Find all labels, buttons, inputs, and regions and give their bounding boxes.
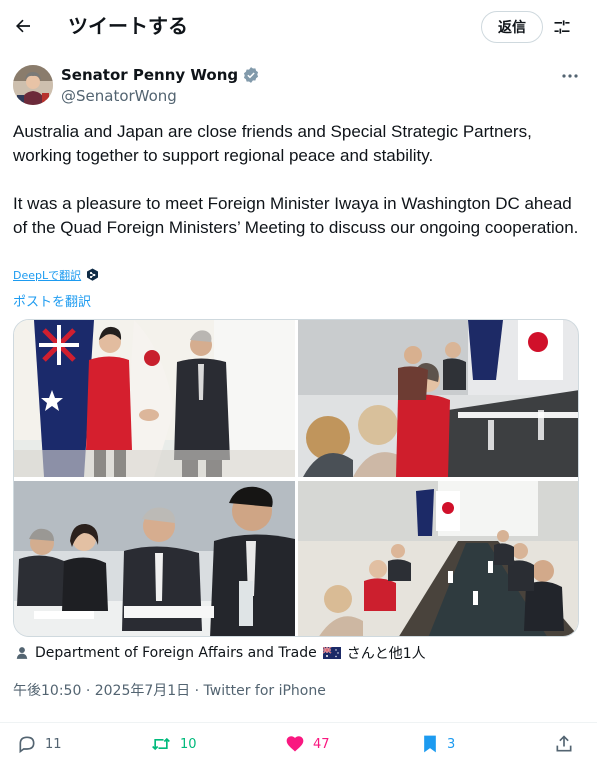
tweet-date[interactable]: 2025年7月1日 [95,683,190,699]
author-name[interactable]: Senator Penny Wong [61,65,260,85]
media-grid [13,319,579,637]
top-bar: ツイートする 返信 [0,0,597,53]
heart-icon [286,736,304,752]
photo-meeting-table[interactable] [298,320,578,477]
verified-badge-icon [244,67,259,83]
meta-separator: · [85,683,91,699]
reply-icon [19,736,35,754]
more-options-button[interactable] [557,65,583,87]
reply-button[interactable]: 返信 [481,11,543,43]
bookmark-icon [424,735,436,753]
retweet-count: 10 [180,736,197,752]
photo-delegation[interactable] [14,481,295,636]
back-button[interactable] [10,13,36,39]
more-dots-icon [562,74,578,78]
page-title: ツイートする [68,14,188,38]
avatar[interactable] [13,65,53,105]
australia-flag-icon [322,647,341,659]
author-name-text: Senator Penny Wong [61,66,239,84]
reply-count: 11 [45,736,62,752]
deepl-icon [87,268,99,281]
tweet-paragraph-1: Australia and Japan are close friends an… [13,122,532,165]
settings-sliders-icon [554,20,570,34]
tweet-time[interactable]: 午後10:50 [13,683,81,699]
tagged-primary: Department of Foreign Affairs and Trade [35,645,317,661]
author-handle[interactable]: @SenatorWong [61,86,177,106]
like-action[interactable]: 47 [285,733,330,755]
share-action[interactable] [554,733,574,755]
tweet-source[interactable]: Twitter for iPhone [204,683,326,699]
tweet-author: Senator Penny Wong @SenatorWong [13,65,583,109]
back-arrow-icon [16,19,30,33]
reply-action[interactable]: 11 [17,733,62,755]
bookmark-action[interactable]: 3 [421,733,455,755]
person-icon [16,647,28,659]
translate-post-link[interactable]: ポストを翻訳 [13,291,91,310]
share-icon [556,735,572,752]
tagged-accounts[interactable]: Department of Foreign Affairs and Trade … [15,643,426,663]
settings-button[interactable] [549,14,575,40]
tweet-paragraph-2: It was a pleasure to meet Foreign Minist… [13,194,579,237]
meta-separator-2: · [194,683,200,699]
bookmark-count: 3 [447,736,456,752]
retweet-action[interactable]: 10 [150,733,197,755]
like-count: 47 [313,736,330,752]
photo-conference-room[interactable] [298,481,578,636]
photo-handshake[interactable] [14,320,295,477]
tweet-text: Australia and Japan are close friends an… [13,120,583,240]
retweet-icon [152,737,170,751]
deepl-translate-link[interactable]: DeepLで翻訳 [13,267,99,283]
deepl-label: DeepLで翻訳 [13,269,82,282]
tweet-meta: 午後10:50 · 2025年7月1日 · Twitter for iPhone [13,681,326,701]
tagged-others: さんと他1人 [346,646,426,662]
action-bar: 11 10 47 3 [0,722,597,762]
